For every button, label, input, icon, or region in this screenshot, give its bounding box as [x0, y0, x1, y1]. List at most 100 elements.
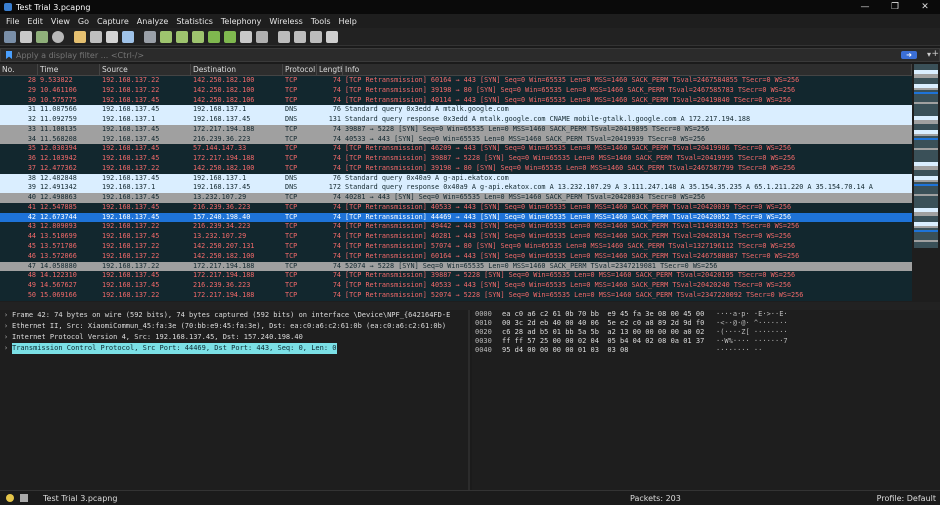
- chevron-right-icon[interactable]: ›: [0, 332, 12, 343]
- menu-go[interactable]: Go: [78, 17, 89, 26]
- packet-row[interactable]: 28 9.533822 192.168.137.22 142.250.182.100 T…: [0, 76, 912, 86]
- packet-cell-len: 74: [332, 193, 341, 202]
- menu-statistics[interactable]: Statistics: [176, 17, 213, 26]
- hex-asc[interactable]: ··W%···· ·······7: [716, 337, 816, 346]
- menu-wireless[interactable]: Wireless: [269, 17, 302, 26]
- packet-cell-info: [TCP Retransmission] 46209 → 443 [SYN] S…: [345, 144, 792, 153]
- autoscroll-icon[interactable]: [240, 30, 252, 43]
- packet-cell-no: 42: [27, 212, 36, 221]
- restart-capture-icon[interactable]: [36, 30, 48, 43]
- expert-info-icon[interactable]: [6, 494, 14, 502]
- go-to-packet-icon[interactable]: [192, 30, 204, 43]
- hex-hex[interactable]: 95 d4 00 00 00 00 01 03 03 08: [502, 346, 716, 355]
- menu-view[interactable]: View: [51, 17, 70, 26]
- packet-row[interactable]: 48 14.122310 192.168.137.45 172.217.194.188…: [0, 271, 912, 282]
- menu-edit[interactable]: Edit: [27, 17, 43, 26]
- packet-row[interactable]: 37 12.477362 192.168.137.22 142.250.182.100…: [0, 163, 912, 174]
- packet-cell-info: [TCP Retransmission] 44469 → 443 [SYN] S…: [345, 212, 792, 221]
- packet-cell-len: 74: [332, 85, 341, 94]
- last-packet-icon[interactable]: [224, 30, 236, 43]
- capture-comment-icon[interactable]: [20, 494, 28, 502]
- hex-asc[interactable]: ····a·p· ·E·>··E·: [716, 310, 816, 319]
- find-packet-icon[interactable]: [144, 30, 156, 43]
- detail-tree-item[interactable]: › Transmission Control Protocol, Src Port…: [0, 343, 468, 354]
- pane-splitter[interactable]: [0, 302, 940, 310]
- chevron-right-icon[interactable]: ›: [0, 321, 12, 332]
- open-file-icon[interactable]: [74, 30, 86, 43]
- column-header-protocol[interactable]: Protocol: [283, 64, 317, 75]
- packet-cell-no: 31: [27, 105, 36, 114]
- packet-row[interactable]: 39 12.491342 192.168.137.1 192.168.137.45 DN…: [0, 183, 912, 194]
- column-header-length[interactable]: Length: [317, 64, 343, 75]
- chevron-right-icon[interactable]: ›: [0, 310, 12, 321]
- hex-hex[interactable]: c6 28 ad b5 01 bb 5a 5b a2 13 00 00 00 0…: [502, 328, 716, 337]
- resize-columns-icon[interactable]: [326, 30, 338, 43]
- packet-row[interactable]: 29 10.461106 192.168.137.22 142.250.182.100…: [0, 85, 912, 96]
- packet-row[interactable]: 31 11.087566 192.168.137.45 192.168.137.1 DN…: [0, 105, 912, 116]
- detail-tree-item[interactable]: › Ethernet II, Src: XiaomiCommun_45:fa:3e…: [0, 321, 468, 332]
- column-header-source[interactable]: Source: [100, 64, 191, 75]
- menu-tools[interactable]: Tools: [311, 17, 331, 26]
- packet-row[interactable]: 42 12.673744 192.168.137.45 157.240.198.40 T…: [0, 212, 912, 223]
- column-header-no[interactable]: No.: [0, 64, 38, 75]
- zoom-out-icon[interactable]: [294, 30, 306, 43]
- packet-cell-dst: 216.239.36.223: [193, 134, 251, 143]
- packet-row[interactable]: 50 15.069166 192.168.137.22 172.217.194.188…: [0, 290, 912, 301]
- packet-minimap-scrollbar[interactable]: [912, 64, 940, 302]
- column-header-time[interactable]: Time: [38, 64, 100, 75]
- menu-capture[interactable]: Capture: [97, 17, 129, 26]
- packet-row[interactable]: 35 12.030394 192.168.137.45 57.144.147.33 TC…: [0, 144, 912, 155]
- shark-fin-start-icon[interactable]: [4, 30, 16, 43]
- hex-hex[interactable]: 00 3c 2d eb 40 00 40 06 5e e2 c0 a8 89 2…: [502, 319, 716, 328]
- status-profile[interactable]: Profile: Default: [877, 494, 936, 503]
- packet-row[interactable]: 34 11.568208 192.168.137.45 216.239.36.223 T…: [0, 134, 912, 145]
- maximize-button[interactable]: ❐: [880, 0, 910, 14]
- packet-row[interactable]: 30 10.575775 192.168.137.45 142.250.182.106…: [0, 95, 912, 106]
- packet-row[interactable]: 41 12.547885 192.168.137.45 216.239.36.223 T…: [0, 202, 912, 213]
- menu-telephony[interactable]: Telephony: [221, 17, 261, 26]
- menu-file[interactable]: File: [6, 17, 19, 26]
- detail-tree-item[interactable]: › Internet Protocol Version 4, Src: 192.1…: [0, 332, 468, 343]
- packet-row[interactable]: 47 14.058880 192.168.137.22 172.217.194.188…: [0, 261, 912, 272]
- chevron-down-icon[interactable]: ▾: [927, 50, 931, 59]
- packet-row[interactable]: 36 12.103942 192.168.137.45 172.217.194.188…: [0, 154, 912, 164]
- hex-asc[interactable]: ·(····Z[ ········: [716, 328, 816, 337]
- close-file-icon[interactable]: [106, 30, 118, 43]
- display-filter-input[interactable]: [16, 50, 866, 60]
- packet-row[interactable]: 40 12.498863 192.168.137.45 13.232.107.29 TC…: [0, 193, 912, 203]
- first-packet-icon[interactable]: [208, 30, 220, 43]
- packet-row[interactable]: 33 11.108135 192.168.137.45 172.217.194.188…: [0, 124, 912, 135]
- packet-row[interactable]: 45 13.571786 192.168.137.22 142.250.207.131…: [0, 242, 912, 252]
- save-file-icon[interactable]: [90, 30, 102, 43]
- hex-asc[interactable]: ········ ··: [716, 346, 816, 355]
- packet-row[interactable]: 32 11.092759 192.168.137.1 192.168.137.45 DN…: [0, 115, 912, 125]
- menu-help[interactable]: Help: [339, 17, 357, 26]
- go-back-icon[interactable]: [160, 30, 172, 43]
- packet-row[interactable]: 46 13.572066 192.168.137.22 142.250.182.100…: [0, 251, 912, 262]
- detail-tree-item[interactable]: › Frame 42: 74 bytes on wire (592 bits), …: [0, 310, 468, 321]
- bookmark-icon[interactable]: [6, 51, 12, 59]
- go-forward-icon[interactable]: [176, 30, 188, 43]
- normal-size-icon[interactable]: [310, 30, 322, 43]
- packet-row[interactable]: 44 13.510699 192.168.137.45 13.232.107.29 TC…: [0, 232, 912, 243]
- packet-row[interactable]: 38 12.482848 192.168.137.45 192.168.137.1 DN…: [0, 173, 912, 184]
- zoom-in-icon[interactable]: [278, 30, 290, 43]
- column-header-destination[interactable]: Destination: [191, 64, 283, 75]
- packet-row[interactable]: 43 12.809093 192.168.137.22 216.239.34.223 T…: [0, 222, 912, 233]
- colorize-icon[interactable]: [256, 30, 268, 43]
- reload-file-icon[interactable]: [122, 30, 134, 43]
- hex-hex[interactable]: ff ff 57 25 00 00 02 04 05 b4 04 02 08 0…: [502, 337, 716, 346]
- close-button[interactable]: ✕: [910, 0, 940, 14]
- apply-filter-arrow-icon[interactable]: ➜: [901, 51, 917, 59]
- stop-capture-icon[interactable]: [20, 30, 32, 43]
- column-header-info[interactable]: Info: [343, 64, 912, 75]
- hex-asc[interactable]: ·<-·@·@· ^····-··: [716, 319, 816, 328]
- menu-analyze[interactable]: Analyze: [137, 17, 169, 26]
- packet-cell-info: [TCP Retransmission] 57074 → 80 [SYN] Se…: [345, 242, 796, 251]
- add-filter-button[interactable]: +: [931, 49, 939, 59]
- capture-options-gear-icon[interactable]: [52, 30, 64, 43]
- packet-row[interactable]: 49 14.567627 192.168.137.45 216.239.36.223 T…: [0, 281, 912, 291]
- hex-hex[interactable]: ea c0 a6 c2 61 0b 70 bb e9 45 fa 3e 08 0…: [502, 310, 716, 319]
- chevron-right-icon[interactable]: ›: [0, 343, 12, 354]
- minimize-button[interactable]: —: [850, 0, 880, 14]
